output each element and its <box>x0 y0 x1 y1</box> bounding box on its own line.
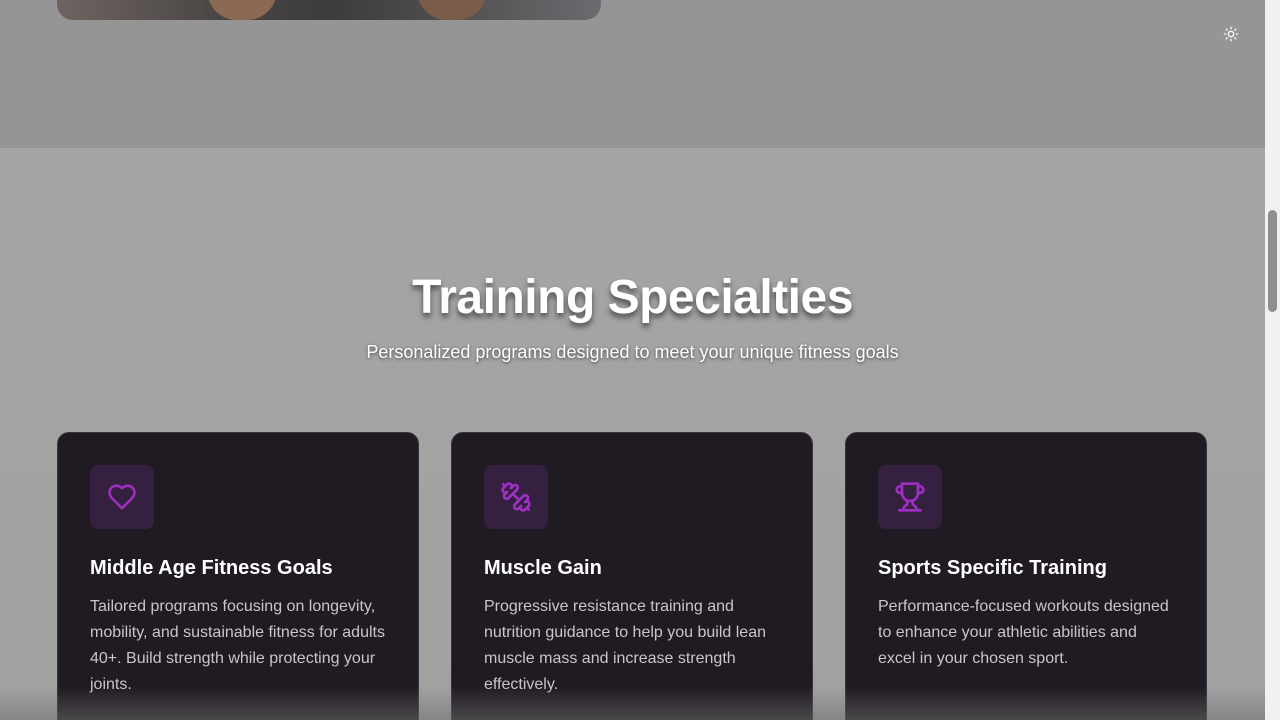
card-title: Sports Specific Training <box>878 557 1107 579</box>
section-title: Training Specialties <box>412 271 853 324</box>
scrollbar-thumb[interactable] <box>1268 210 1277 312</box>
scrollbar-track[interactable] <box>1265 0 1280 720</box>
sun-icon <box>1223 26 1239 42</box>
card-title: Middle Age Fitness Goals <box>90 557 333 579</box>
hero-section-bottom <box>0 0 1265 148</box>
heart-icon <box>108 484 136 510</box>
specialty-card-sports[interactable]: Sports Specific Training Performance-foc… <box>845 432 1207 720</box>
specialty-card-muscle-gain[interactable]: Muscle Gain Progressive resistance train… <box>451 432 813 720</box>
section-subtitle: Personalized programs designed to meet y… <box>366 342 899 362</box>
card-description: Performance-focused workouts designed to… <box>878 598 1169 667</box>
training-specialties-section: Training Specialties Personalized progra… <box>0 148 1265 720</box>
card-title: Muscle Gain <box>484 557 602 579</box>
card-description: Progressive resistance training and nutr… <box>484 598 766 693</box>
card-icon-box <box>878 465 942 529</box>
specialty-card-middle-age[interactable]: Middle Age Fitness Goals Tailored progra… <box>57 432 419 720</box>
card-description: Tailored programs focusing on longevity,… <box>90 598 385 693</box>
theme-toggle-button[interactable] <box>1220 23 1242 45</box>
trainer-photo <box>57 0 601 20</box>
trophy-icon <box>895 482 925 512</box>
page: Training Specialties Personalized progra… <box>0 0 1280 720</box>
card-icon-box <box>484 465 548 529</box>
dumbbell-icon <box>501 482 531 512</box>
specialty-cards: Middle Age Fitness Goals Tailored progra… <box>57 432 1208 720</box>
card-icon-box <box>90 465 154 529</box>
